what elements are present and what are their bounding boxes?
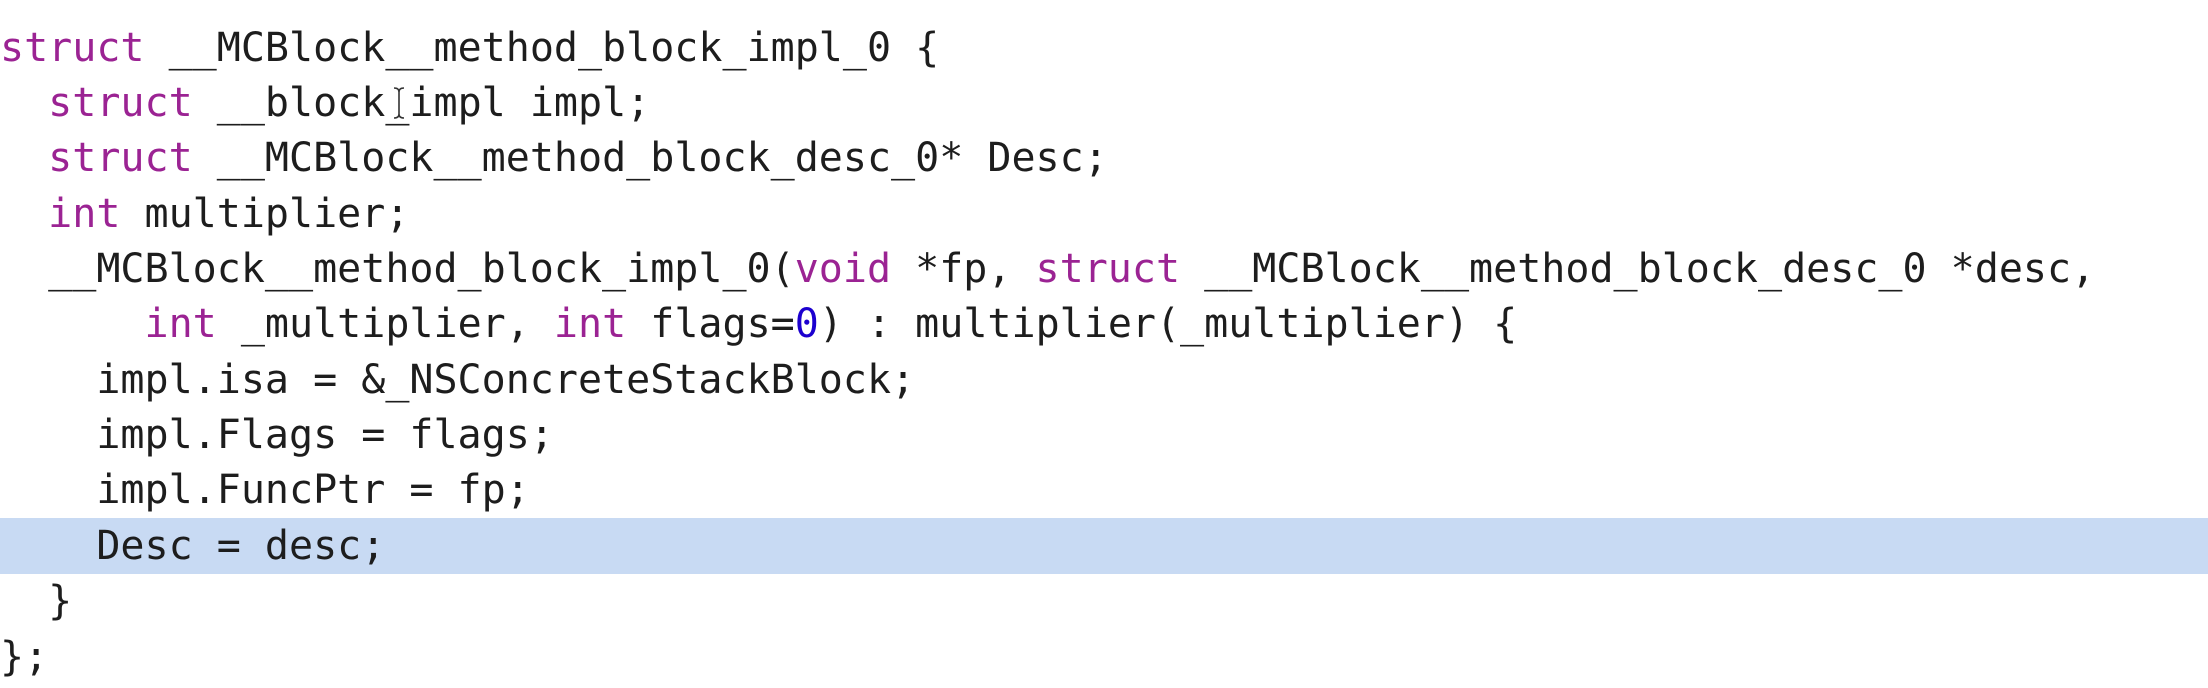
- keyword-token: struct: [48, 135, 193, 181]
- code-token: impl.isa = &_NSConcreteStackBlock;: [0, 357, 916, 403]
- code-token: __block_impl impl;: [192, 80, 651, 126]
- keyword-token: int: [553, 301, 627, 347]
- code-token: };: [0, 634, 49, 680]
- code-token: multiplier;: [120, 191, 410, 237]
- code-line[interactable]: int multiplier;: [0, 186, 2208, 242]
- code-line[interactable]: impl.FuncPtr = fp;: [0, 462, 2208, 518]
- code-token: _multiplier,: [216, 301, 554, 347]
- number-token: 0: [794, 301, 819, 347]
- code-token: }: [0, 578, 73, 624]
- code-token: flags=: [626, 301, 795, 347]
- keyword-token: struct: [1035, 246, 1181, 292]
- code-token: Desc = desc;: [0, 523, 386, 569]
- code-token: __MCBlock__method_block_impl_0(: [0, 246, 795, 292]
- keyword-token: struct: [48, 80, 193, 126]
- keyword-token: int: [48, 191, 121, 237]
- code-token: __MCBlock__method_block_desc_0* Desc;: [192, 135, 1108, 181]
- text-cursor-icon: [393, 87, 405, 119]
- code-token: impl.FuncPtr = fp;: [0, 467, 530, 513]
- code-editor[interactable]: struct __MCBlock__method_block_impl_0 { …: [0, 0, 2208, 688]
- code-token: impl.Flags = flags;: [0, 412, 554, 458]
- code-line[interactable]: };: [0, 629, 2208, 685]
- code-token: __MCBlock__method_block_desc_0 *desc,: [1180, 246, 2096, 292]
- code-token: *fp,: [891, 246, 1036, 292]
- code-line[interactable]: int _multiplier, int flags=0) : multipli…: [0, 296, 2208, 352]
- code-line[interactable]: struct __block_impl impl;: [0, 75, 2208, 131]
- keyword-token: int: [144, 301, 217, 347]
- code-line[interactable]: struct __MCBlock__method_block_desc_0* D…: [0, 130, 2208, 186]
- code-line[interactable]: impl.Flags = flags;: [0, 407, 2208, 463]
- code-line[interactable]: __MCBlock__method_block_impl_0(void *fp,…: [0, 241, 2208, 297]
- code-line[interactable]: impl.isa = &_NSConcreteStackBlock;: [0, 352, 2208, 408]
- code-line[interactable]: }: [0, 573, 2208, 629]
- code-line[interactable]: Desc = desc;: [0, 518, 2208, 574]
- code-line[interactable]: struct __MCBlock__method_block_impl_0 {: [0, 20, 2208, 76]
- keyword-token: struct: [0, 25, 145, 71]
- keyword-token: void: [794, 246, 892, 292]
- code-token: ) : multiplier(_multiplier) {: [818, 301, 1518, 347]
- code-token: __MCBlock__method_block_impl_0 {: [144, 25, 940, 71]
